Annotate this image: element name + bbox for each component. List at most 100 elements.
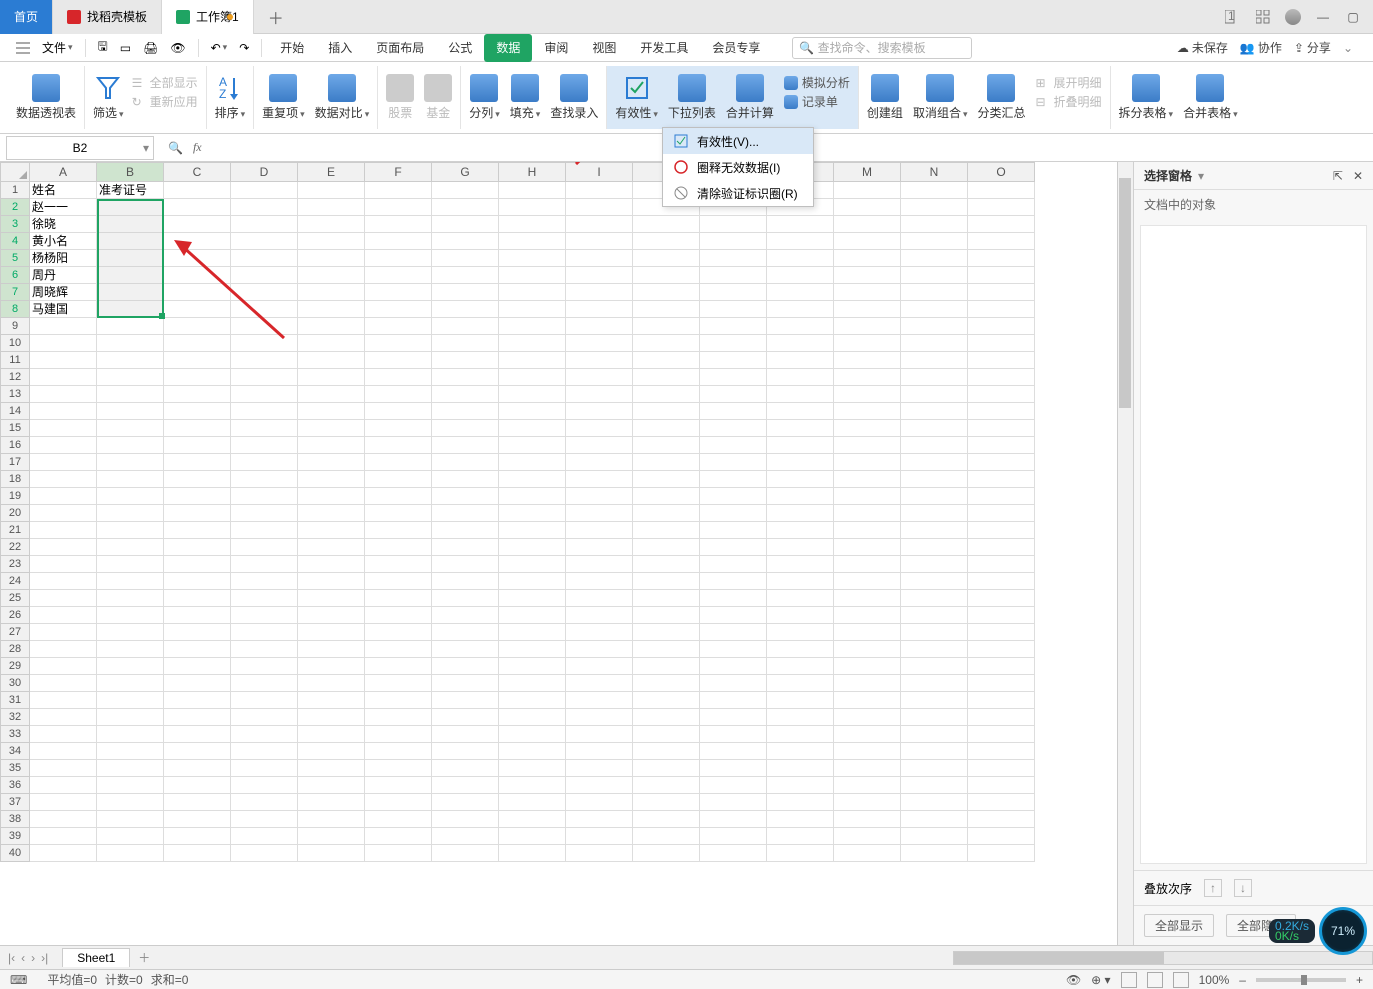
cell-C32[interactable] [164, 709, 231, 726]
rowhead-37[interactable]: 37 [0, 794, 30, 811]
cell-K8[interactable] [700, 301, 767, 318]
cell-E18[interactable] [298, 471, 365, 488]
rowhead-24[interactable]: 24 [0, 573, 30, 590]
cell-L9[interactable] [767, 318, 834, 335]
cell-F19[interactable] [365, 488, 432, 505]
cell-N39[interactable] [901, 828, 968, 845]
circle-invalid-item[interactable]: 圈释无效数据(I) [663, 154, 813, 180]
cell-L7[interactable] [767, 284, 834, 301]
cell-H5[interactable] [499, 250, 566, 267]
cell-J13[interactable] [633, 386, 700, 403]
sidepane-chevron-icon[interactable]: ▾ [1198, 169, 1204, 183]
cell-E37[interactable] [298, 794, 365, 811]
cell-F31[interactable] [365, 692, 432, 709]
cell-G35[interactable] [432, 760, 499, 777]
cell-F20[interactable] [365, 505, 432, 522]
subtotal-button[interactable]: 分类汇总 [977, 74, 1025, 121]
cell-L38[interactable] [767, 811, 834, 828]
cell-J33[interactable] [633, 726, 700, 743]
cell-D24[interactable] [231, 573, 298, 590]
mergetable-button[interactable]: 合并表格 [1183, 74, 1238, 121]
cell-F22[interactable] [365, 539, 432, 556]
cell-B31[interactable] [97, 692, 164, 709]
clear-circle-item[interactable]: 清除验证标识圈(R) [663, 180, 813, 206]
cell-B27[interactable] [97, 624, 164, 641]
cell-A4[interactable]: 黄小名 [30, 233, 97, 250]
cell-N5[interactable] [901, 250, 968, 267]
cell-C14[interactable] [164, 403, 231, 420]
share-link[interactable]: ⇪分享 [1294, 39, 1331, 56]
rowhead-28[interactable]: 28 [0, 641, 30, 658]
rowhead-1[interactable]: 1 [0, 182, 30, 199]
cell-L31[interactable] [767, 692, 834, 709]
cell-J23[interactable] [633, 556, 700, 573]
cell-E14[interactable] [298, 403, 365, 420]
cell-O20[interactable] [968, 505, 1035, 522]
cell-O38[interactable] [968, 811, 1035, 828]
cell-B37[interactable] [97, 794, 164, 811]
cell-H18[interactable] [499, 471, 566, 488]
cell-D31[interactable] [231, 692, 298, 709]
cell-F21[interactable] [365, 522, 432, 539]
cell-K21[interactable] [700, 522, 767, 539]
cell-D30[interactable] [231, 675, 298, 692]
cell-D13[interactable] [231, 386, 298, 403]
cell-H38[interactable] [499, 811, 566, 828]
cell-H23[interactable] [499, 556, 566, 573]
cell-A34[interactable] [30, 743, 97, 760]
cell-H17[interactable] [499, 454, 566, 471]
rowhead-15[interactable]: 15 [0, 420, 30, 437]
cell-K27[interactable] [700, 624, 767, 641]
cell-C37[interactable] [164, 794, 231, 811]
cell-B29[interactable] [97, 658, 164, 675]
cell-B3[interactable] [97, 216, 164, 233]
cell-G30[interactable] [432, 675, 499, 692]
cell-O39[interactable] [968, 828, 1035, 845]
rowhead-27[interactable]: 27 [0, 624, 30, 641]
cell-N35[interactable] [901, 760, 968, 777]
cell-A14[interactable] [30, 403, 97, 420]
first-sheet-icon[interactable]: |‹ [8, 951, 15, 965]
cell-A18[interactable] [30, 471, 97, 488]
cell-I35[interactable] [566, 760, 633, 777]
cell-E5[interactable] [298, 250, 365, 267]
cell-H33[interactable] [499, 726, 566, 743]
cell-I8[interactable] [566, 301, 633, 318]
cell-G39[interactable] [432, 828, 499, 845]
cell-O26[interactable] [968, 607, 1035, 624]
cell-A31[interactable] [30, 692, 97, 709]
cell-I25[interactable] [566, 590, 633, 607]
cell-L34[interactable] [767, 743, 834, 760]
cell-M30[interactable] [834, 675, 901, 692]
cell-J28[interactable] [633, 641, 700, 658]
cell-M23[interactable] [834, 556, 901, 573]
cell-C17[interactable] [164, 454, 231, 471]
cell-J21[interactable] [633, 522, 700, 539]
apps-icon[interactable] [1255, 9, 1271, 25]
cell-C30[interactable] [164, 675, 231, 692]
rowhead-40[interactable]: 40 [0, 845, 30, 862]
rowhead-22[interactable]: 22 [0, 539, 30, 556]
tab-workbook[interactable]: 工作簿1 [162, 0, 254, 34]
cell-F24[interactable] [365, 573, 432, 590]
cell-B14[interactable] [97, 403, 164, 420]
cell-M19[interactable] [834, 488, 901, 505]
cell-N23[interactable] [901, 556, 968, 573]
cell-D19[interactable] [231, 488, 298, 505]
cell-A7[interactable]: 周晓辉 [30, 284, 97, 301]
cell-H22[interactable] [499, 539, 566, 556]
cell-L33[interactable] [767, 726, 834, 743]
cell-A22[interactable] [30, 539, 97, 556]
cell-J14[interactable] [633, 403, 700, 420]
cell-L24[interactable] [767, 573, 834, 590]
cell-G15[interactable] [432, 420, 499, 437]
cell-G6[interactable] [432, 267, 499, 284]
cell-K19[interactable] [700, 488, 767, 505]
cell-D5[interactable] [231, 250, 298, 267]
cell-E33[interactable] [298, 726, 365, 743]
cell-E24[interactable] [298, 573, 365, 590]
cell-F7[interactable] [365, 284, 432, 301]
cell-B39[interactable] [97, 828, 164, 845]
cell-M4[interactable] [834, 233, 901, 250]
cell-J36[interactable] [633, 777, 700, 794]
